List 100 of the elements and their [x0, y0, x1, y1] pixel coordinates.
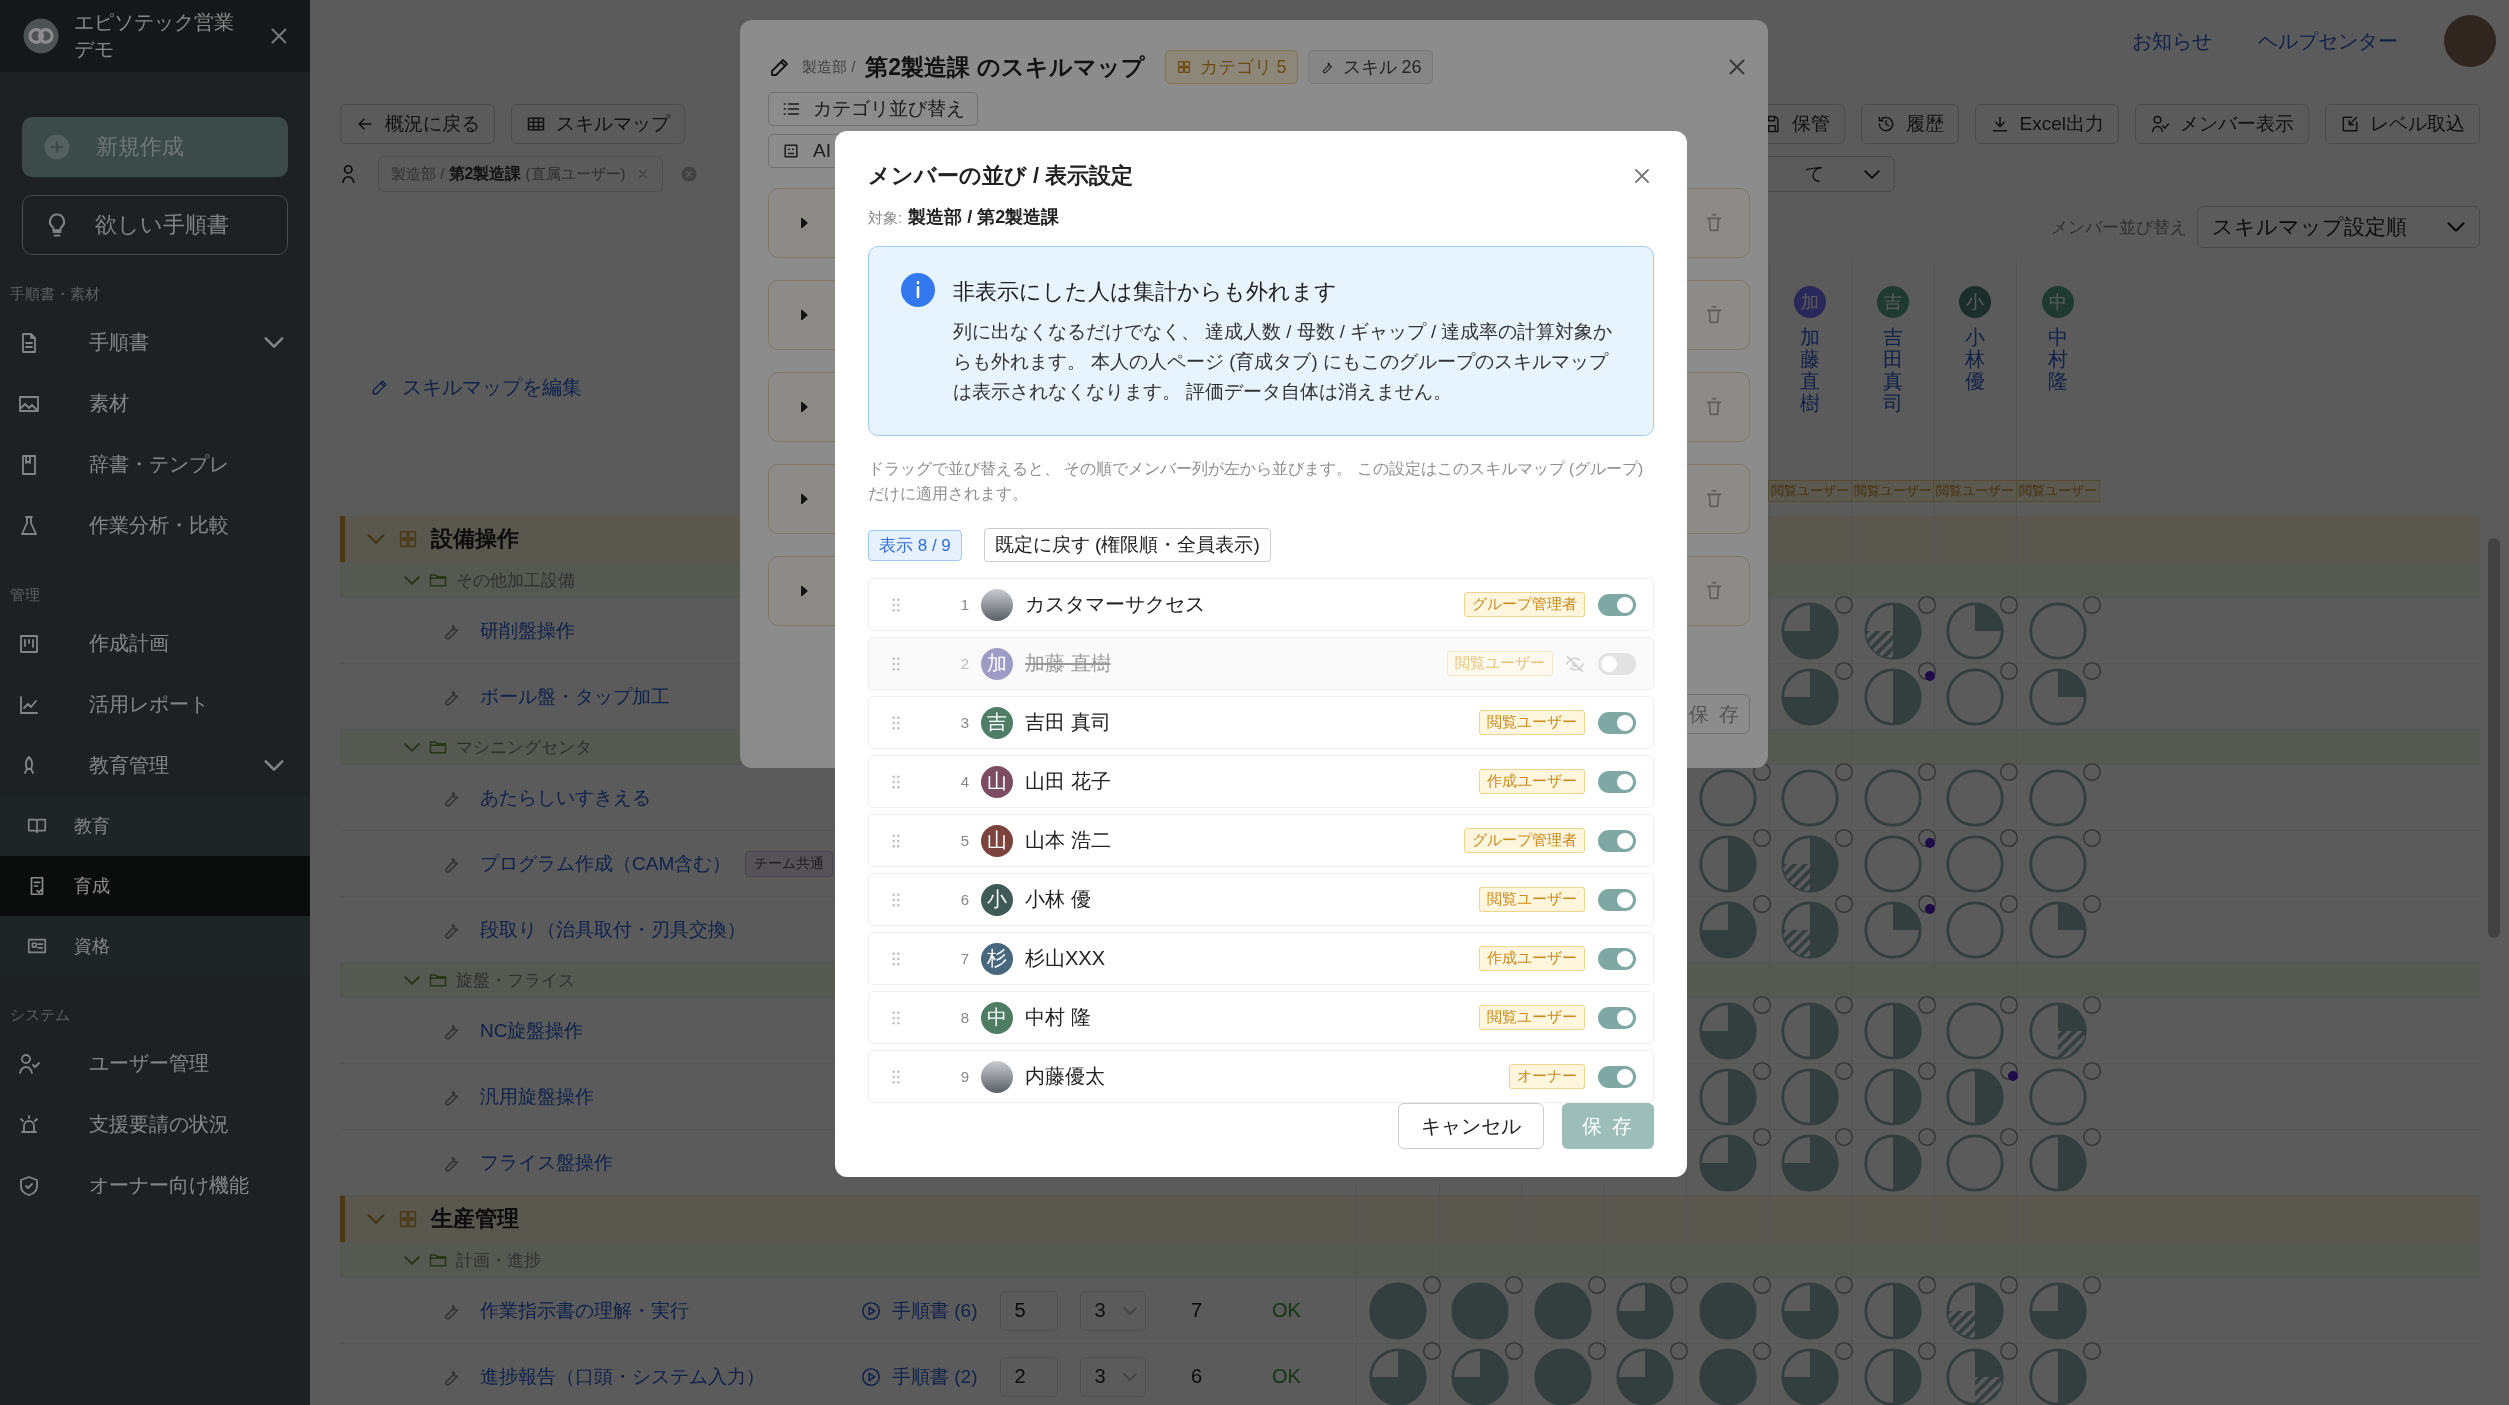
visibility-toggle[interactable] — [1598, 652, 1636, 675]
remove-icon[interactable] — [1916, 1060, 1937, 1081]
visibility-toggle[interactable] — [1598, 711, 1636, 734]
skill-level-pie-icon[interactable] — [1450, 1280, 1511, 1341]
skill-name[interactable]: あたらしいすきえる — [480, 784, 651, 811]
remove-icon[interactable] — [1999, 827, 2020, 848]
skill-level-pie-icon[interactable] — [2027, 767, 2088, 828]
remove-icon[interactable] — [1999, 1340, 2020, 1361]
skill-level-pie-icon[interactable] — [1697, 1000, 1758, 1061]
remove-icon[interactable] — [1586, 1340, 1607, 1361]
sidebar-item[interactable]: 素材 — [0, 373, 310, 434]
remove-icon[interactable] — [1751, 827, 1772, 848]
header-link[interactable]: お知らせ — [2132, 27, 2212, 55]
remove-icon[interactable] — [1834, 893, 1855, 914]
skill-level-pie-icon[interactable] — [1780, 666, 1841, 727]
skill-level-pie-icon[interactable] — [1697, 833, 1758, 894]
level-dropdown[interactable]: 3 — [1079, 1356, 1146, 1397]
remove-icon[interactable] — [1421, 1340, 1442, 1361]
remove-icon[interactable] — [1999, 660, 2020, 681]
skill-level-pie-icon[interactable] — [1862, 899, 1923, 960]
chevron-down-icon[interactable] — [404, 975, 420, 985]
skill-name[interactable]: 進捗報告（口頭・システム入力） — [480, 1363, 765, 1390]
toolbar-button[interactable]: Excel出力 — [1974, 104, 2119, 144]
manual-link[interactable]: 手順書 (6) — [860, 1297, 978, 1324]
remove-icon[interactable] — [1999, 893, 2020, 914]
skill-level-pie-icon[interactable] — [2027, 666, 2088, 727]
remove-icon[interactable] — [1834, 1126, 1855, 1147]
reset-button[interactable]: 既定に戻す (権限順・全員表示) — [983, 528, 1271, 562]
sort-dropdown[interactable]: スキルマップ設定順 — [2197, 206, 2480, 248]
skill-level-pie-icon[interactable] — [1945, 899, 2006, 960]
visibility-toggle[interactable] — [1598, 888, 1636, 911]
member-row[interactable]: 3 吉 吉田 真司 閲覧ユーザー — [868, 696, 1654, 749]
number-field[interactable]: 5 — [999, 1290, 1058, 1331]
skill-level-pie-icon[interactable] — [2027, 1066, 2088, 1127]
scrollbar[interactable] — [2488, 538, 2500, 938]
visibility-toggle[interactable] — [1598, 1065, 1636, 1088]
remove-icon[interactable] — [1751, 1126, 1772, 1147]
skill-level-pie-icon[interactable] — [1697, 1280, 1758, 1341]
skill-level-pie-icon[interactable] — [1367, 1346, 1428, 1405]
remove-icon[interactable] — [2081, 1126, 2102, 1147]
skill-level-pie-icon[interactable] — [1780, 767, 1841, 828]
chevron-down-icon[interactable] — [367, 1214, 385, 1224]
member-row[interactable]: 6 小 小林 優 閲覧ユーザー — [868, 873, 1654, 926]
skill-level-pie-icon[interactable] — [1945, 1132, 2006, 1193]
sidebar-item[interactable]: 作業分析・比較 — [0, 495, 310, 556]
skill-level-pie-icon[interactable] — [1780, 833, 1841, 894]
chevron-down-icon[interactable] — [367, 534, 385, 544]
remove-icon[interactable] — [2081, 761, 2102, 782]
level-dropdown[interactable]: 3 — [1079, 1290, 1146, 1331]
skill-level-pie-icon[interactable] — [2027, 899, 2088, 960]
chevron-down-icon[interactable] — [404, 742, 420, 752]
member-row[interactable]: 5 山 山本 浩二 グループ管理者 — [868, 814, 1654, 867]
skill-level-pie-icon[interactable] — [1532, 1280, 1593, 1341]
skill-name[interactable]: 段取り（治具取付・刃具交換） — [480, 916, 746, 943]
skill-level-pie-icon[interactable] — [1862, 1132, 1923, 1193]
visibility-toggle[interactable] — [1598, 1006, 1636, 1029]
remove-icon[interactable] — [1751, 1340, 1772, 1361]
skill-level-pie-icon[interactable] — [1945, 1346, 2006, 1405]
skill-level-pie-icon[interactable] — [1945, 1000, 2006, 1061]
toolbar-button[interactable]: 概況に戻る — [340, 104, 495, 144]
visibility-toggle[interactable] — [1598, 770, 1636, 793]
skill-level-pie-icon[interactable] — [1945, 666, 2006, 727]
skill-name[interactable]: 作業指示書の理解・実行 — [480, 1297, 689, 1324]
remove-icon[interactable] — [2081, 1274, 2102, 1295]
member-name[interactable]: 吉田真司 — [1882, 326, 1903, 414]
member-name[interactable]: 中村隆 — [2047, 326, 2068, 392]
skill-level-pie-icon[interactable] — [1945, 1280, 2006, 1341]
number-field[interactable]: 2 — [999, 1356, 1058, 1397]
remove-icon[interactable] — [1834, 660, 1855, 681]
sidebar-item[interactable]: 作成計画 — [0, 613, 310, 674]
skill-level-pie-icon[interactable] — [1450, 1346, 1511, 1405]
skill-name[interactable]: ボール盤・タップ加工 — [480, 683, 670, 710]
skill-level-pie-icon[interactable] — [2027, 833, 2088, 894]
skill-level-pie-icon[interactable] — [1780, 600, 1841, 661]
skill-level-pie-icon[interactable] — [1532, 1346, 1593, 1405]
user-avatar[interactable] — [2444, 15, 2496, 67]
sidebar-item[interactable]: 手順書 — [0, 312, 310, 373]
remove-icon[interactable] — [2081, 594, 2102, 615]
skill-level-pie-icon[interactable] — [1780, 1000, 1841, 1061]
remove-icon[interactable] — [1834, 827, 1855, 848]
skill-level-pie-icon[interactable] — [1780, 1280, 1841, 1341]
skill-level-pie-icon[interactable] — [1780, 899, 1841, 960]
toolbar-button[interactable]: スキルマップ — [511, 104, 685, 144]
member-row[interactable]: 1 カスタマーサクセス グループ管理者 — [868, 578, 1654, 631]
visibility-toggle[interactable] — [1598, 829, 1636, 852]
member-row[interactable]: 8 中 中村 隆 閲覧ユーザー — [868, 991, 1654, 1044]
skill-level-pie-icon[interactable] — [1697, 767, 1758, 828]
skill-level-pie-icon[interactable] — [2027, 600, 2088, 661]
remove-icon[interactable] — [2081, 660, 2102, 681]
skill-level-pie-icon[interactable] — [1945, 767, 2006, 828]
skill-level-pie-icon[interactable] — [1697, 1066, 1758, 1127]
skill-level-pie-icon[interactable] — [1862, 767, 1923, 828]
edit-link[interactable]: スキルマップを編集 — [370, 373, 582, 401]
remove-icon[interactable] — [1916, 1126, 1937, 1147]
skill-level-pie-icon[interactable] — [2027, 1280, 2088, 1341]
dialog-button[interactable]: カテゴリ並び替え — [768, 92, 978, 126]
sidebar-item[interactable]: 教育管理 — [0, 735, 310, 796]
skill-level-pie-icon[interactable] — [1780, 1346, 1841, 1405]
visibility-toggle[interactable] — [1598, 947, 1636, 970]
sidebar-item[interactable]: 支援要請の状況 — [0, 1094, 310, 1155]
